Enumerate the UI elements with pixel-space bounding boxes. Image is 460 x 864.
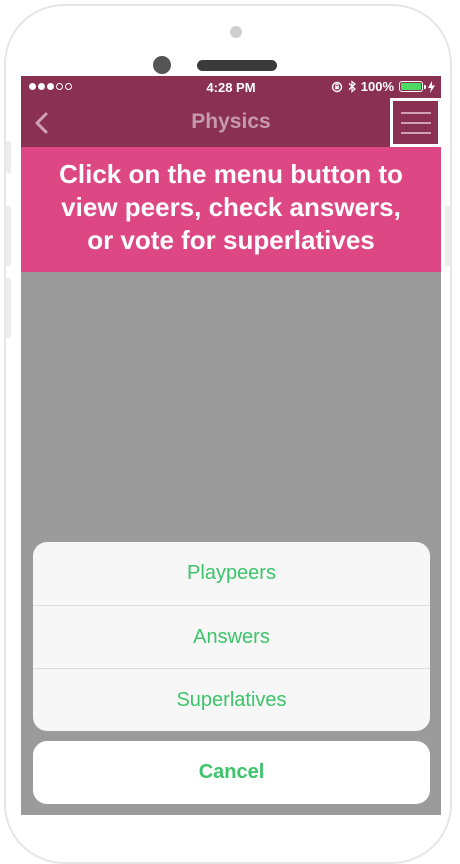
tutorial-banner: Click on the menu button to view peers, … bbox=[21, 147, 441, 272]
power-button bbox=[445, 206, 450, 266]
front-camera bbox=[153, 56, 171, 74]
action-answers[interactable]: Answers bbox=[33, 605, 430, 668]
bluetooth-icon bbox=[348, 80, 356, 93]
status-right-group: 100% bbox=[331, 79, 435, 94]
cancel-button[interactable]: Cancel bbox=[33, 741, 430, 804]
mute-switch bbox=[6, 141, 11, 173]
hamburger-menu-icon bbox=[400, 111, 431, 114]
volume-up-button bbox=[6, 206, 11, 266]
status-bar: 4:28 PM 100% bbox=[21, 76, 441, 98]
proximity-sensor bbox=[230, 26, 242, 38]
banner-line: Click on the menu button to bbox=[59, 159, 403, 189]
volume-down-button bbox=[6, 278, 11, 338]
action-sheet: Playpeers Answers Superlatives bbox=[33, 542, 430, 731]
charging-bolt-icon bbox=[428, 80, 435, 93]
banner-line: or vote for superlatives bbox=[87, 225, 375, 255]
banner-line: view peers, check answers, bbox=[61, 192, 401, 222]
phone-screen: 4:28 PM 100% Physics Click on the menu b… bbox=[21, 76, 441, 815]
earpiece-speaker bbox=[197, 60, 277, 71]
page-title: Physics bbox=[191, 110, 271, 133]
action-superlatives[interactable]: Superlatives bbox=[33, 668, 430, 731]
navigation-bar: Physics bbox=[21, 98, 441, 147]
menu-button[interactable] bbox=[390, 98, 441, 147]
battery-percent: 100% bbox=[360, 79, 394, 94]
orientation-lock-icon bbox=[331, 81, 342, 92]
battery-icon bbox=[399, 81, 426, 92]
action-playpeers[interactable]: Playpeers bbox=[33, 542, 430, 605]
